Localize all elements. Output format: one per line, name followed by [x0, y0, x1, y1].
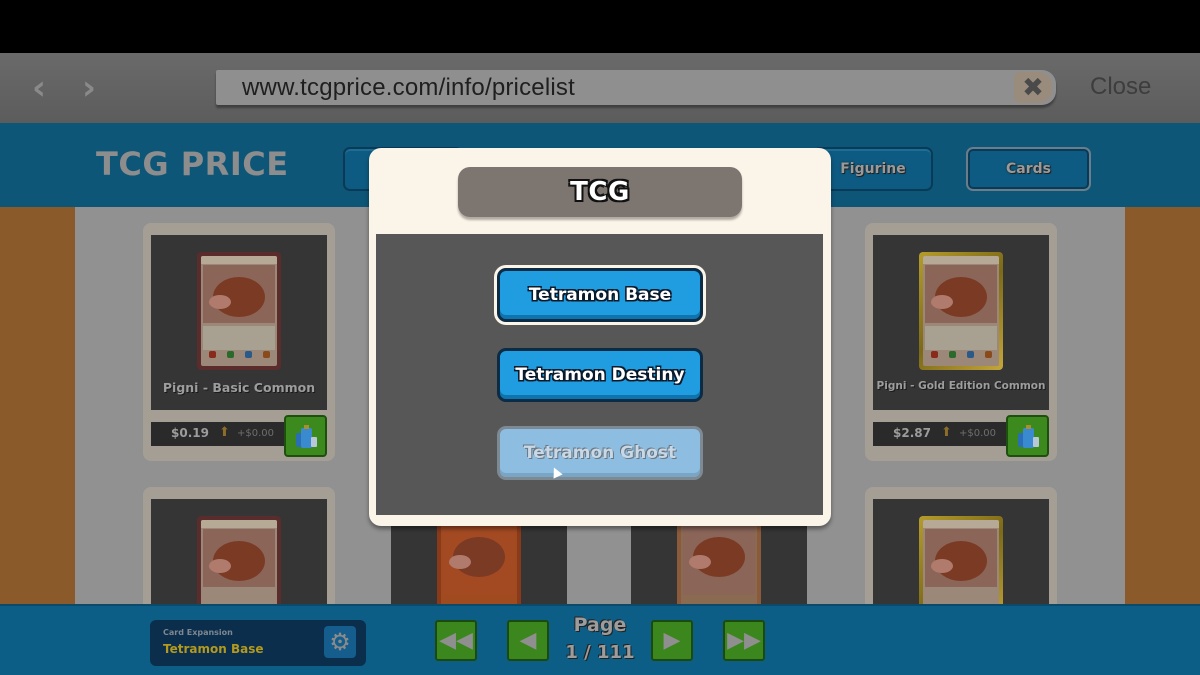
url-bar[interactable]: www.tcgprice.com/info/pricelist ✖ [216, 70, 1056, 105]
card-art [197, 252, 281, 370]
option-tetramon-base[interactable]: Tetramon Base [497, 268, 703, 322]
nav-button-label: Figurine [840, 161, 906, 177]
nav-button-label: Cards [1006, 161, 1051, 177]
expansion-value: Tetramon Base [163, 642, 264, 656]
page-count: 1 / 111 [565, 642, 635, 663]
modal-title-bar: TCG [458, 167, 742, 217]
expansion-settings-button[interactable]: ⚙ [324, 626, 356, 658]
card-binder-icon [1018, 425, 1039, 448]
card-name: Pigni - Basic Common [162, 380, 316, 395]
card-art [437, 517, 521, 617]
arrow-left-icon: ◀ [519, 628, 537, 653]
option-label: Tetramon Base [528, 285, 672, 305]
price-value: $0.19 [171, 426, 209, 440]
option-label: Tetramon Ghost [523, 443, 677, 463]
close-x-icon: ✖ [1022, 72, 1044, 103]
card-art [919, 252, 1003, 370]
option-tetramon-destiny[interactable]: Tetramon Destiny [497, 348, 703, 402]
card-binder-icon [296, 425, 317, 448]
double-arrow-right-icon: ▶▶ [727, 628, 761, 653]
letterbox-top [0, 0, 1200, 53]
footer-bar: Card Expansion Tetramon Base ⚙ ◀◀ ◀ Page… [0, 604, 1200, 675]
chevron-left-icon: ‹ [31, 68, 46, 108]
browser-chrome: ‹ › www.tcgprice.com/info/pricelist ✖ Cl… [0, 53, 1200, 123]
card-image-panel: Pigni - Gold Edition Common [873, 235, 1049, 410]
card-tile[interactable]: Pigni - Basic Common $0.19 ⬆ +$0.00 [143, 223, 335, 461]
gear-icon: ⚙ [329, 628, 351, 656]
first-page-button[interactable]: ◀◀ [435, 620, 477, 661]
forward-button[interactable]: › [74, 71, 104, 105]
last-page-button[interactable]: ▶▶ [723, 620, 765, 661]
add-to-collection-button[interactable] [1006, 415, 1049, 457]
modal-body: Tetramon Base Tetramon Destiny Tetramon … [376, 234, 823, 515]
card-art [677, 517, 761, 617]
clear-url-button[interactable]: ✖ [1014, 72, 1052, 103]
chevron-right-icon: › [81, 68, 96, 108]
option-tetramon-ghost[interactable]: Tetramon Ghost [497, 426, 703, 480]
arrow-right-icon: ▶ [663, 628, 681, 653]
nav-button-cards[interactable]: Cards [966, 147, 1091, 191]
double-arrow-left-icon: ◀◀ [439, 628, 473, 653]
nav-button-figurine[interactable]: Figurine [813, 147, 933, 191]
price-change: +$0.00 [237, 428, 275, 439]
page-label: Page [573, 614, 627, 636]
card-expansion-selector[interactable]: Card Expansion Tetramon Base ⚙ [150, 620, 366, 666]
side-panel-right [1125, 207, 1200, 607]
card-tile[interactable]: Pigni - Gold Edition Common $2.87 ⬆ +$0.… [865, 223, 1057, 461]
expansion-select-modal: TCG Tetramon Base Tetramon Destiny Tetra… [369, 148, 831, 526]
close-browser-button[interactable]: Close [1090, 73, 1151, 101]
price-bar: $0.19 ⬆ +$0.00 [151, 422, 291, 446]
back-button[interactable]: ‹ [24, 71, 54, 105]
modal-title: TCG [570, 177, 630, 207]
card-image-panel: Pigni - Basic Common [151, 235, 327, 410]
arrow-up-icon: ⬆ [219, 425, 230, 440]
side-panel-left [0, 207, 75, 607]
option-label: Tetramon Destiny [515, 365, 685, 385]
expansion-label: Card Expansion [163, 628, 233, 637]
price-value: $2.87 [893, 426, 931, 440]
prev-page-button[interactable]: ◀ [507, 620, 549, 661]
site-logo: TCG PRICE [96, 145, 289, 183]
arrow-up-icon: ⬆ [941, 425, 952, 440]
url-text: www.tcgprice.com/info/pricelist [242, 74, 575, 101]
price-bar: $2.87 ⬆ +$0.00 [873, 422, 1013, 446]
price-change: +$0.00 [959, 428, 997, 439]
next-page-button[interactable]: ▶ [651, 620, 693, 661]
card-name: Pigni - Gold Edition Common [876, 380, 1046, 392]
add-to-collection-button[interactable] [284, 415, 327, 457]
